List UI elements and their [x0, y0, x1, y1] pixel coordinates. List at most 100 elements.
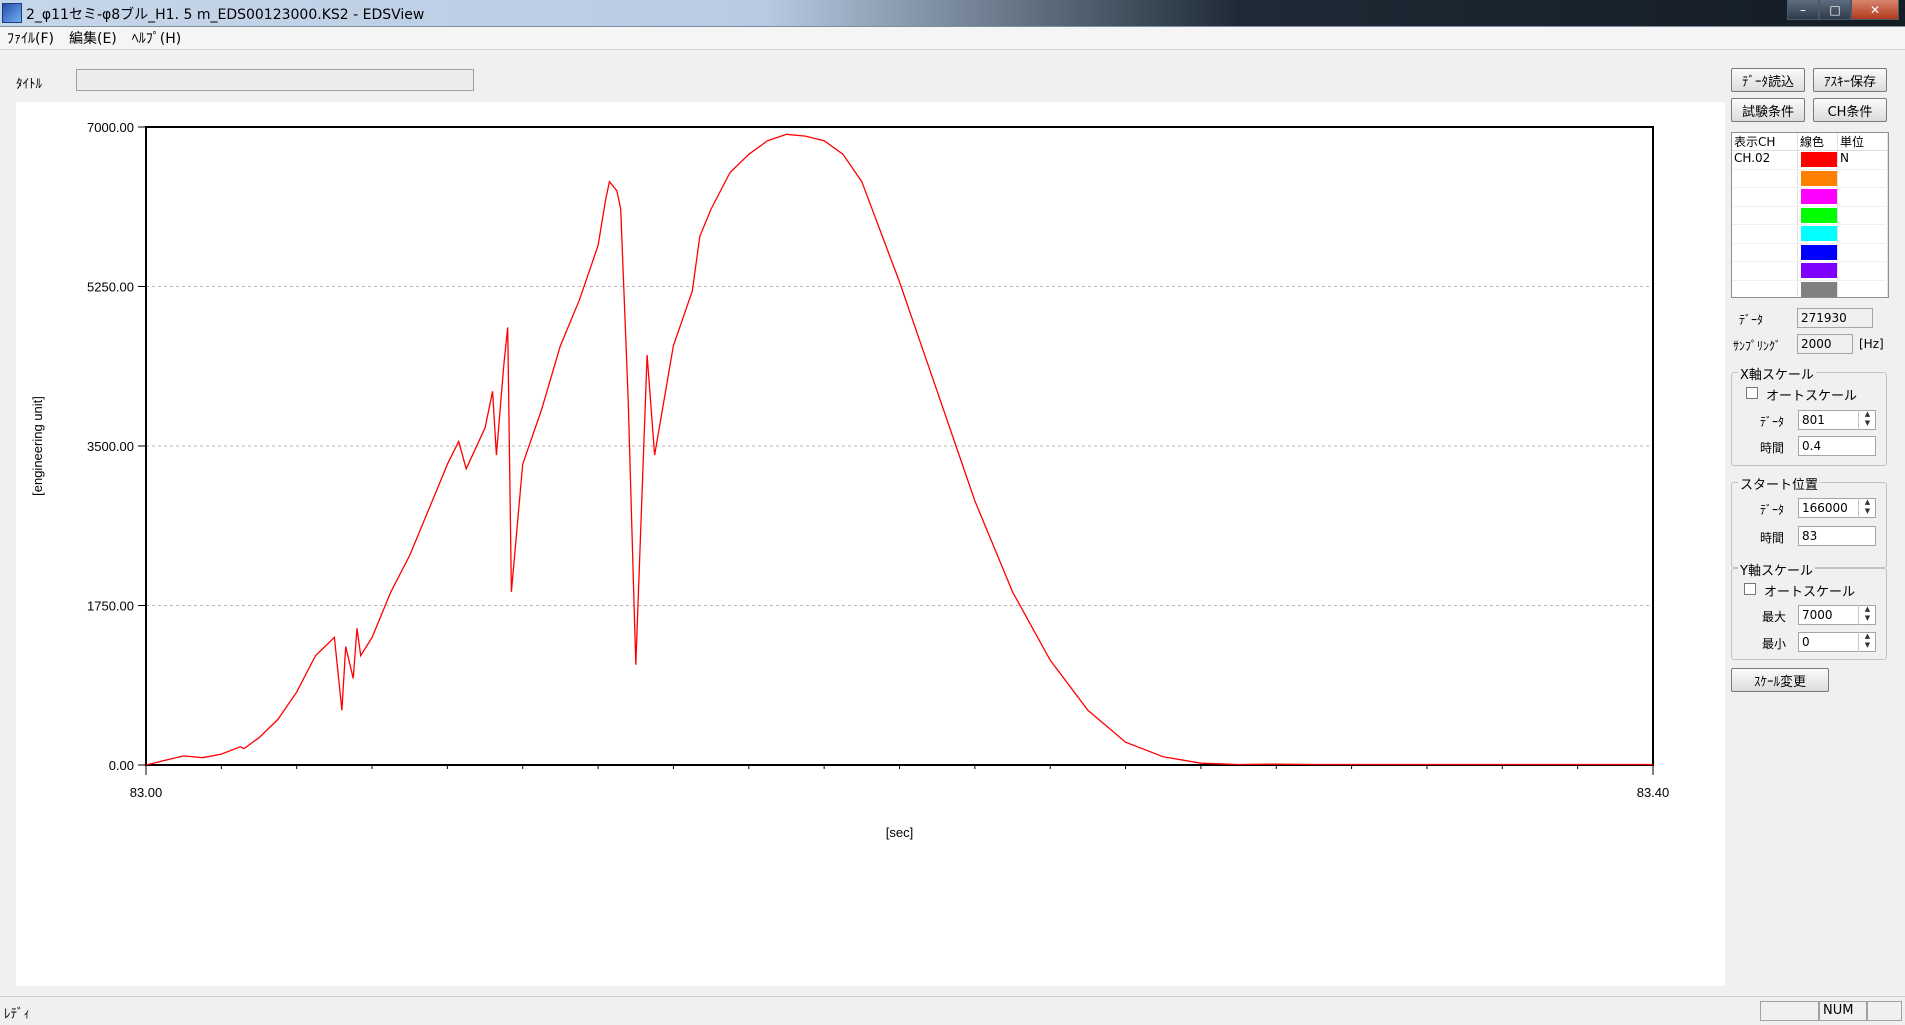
status-num: NUM [1818, 1001, 1868, 1021]
y-axis-label: [engineering unit] [30, 396, 45, 496]
x-tick-label: 83.40 [1637, 785, 1670, 800]
channel-table-header: 表示CH 線色 単位 [1732, 133, 1888, 151]
window-controls: – □ ✕ [1787, 0, 1899, 20]
channel-unit: N [1838, 151, 1888, 169]
x-axis-label: [sec] [886, 825, 913, 840]
y-tick-label: 7000.00 [87, 120, 134, 135]
data-count-label: ﾃﾞｰﾀ [1739, 313, 1764, 327]
color-swatch[interactable] [1801, 207, 1837, 223]
x-scale-title: X軸スケール [1738, 364, 1816, 383]
y-max-label: 最大 [1762, 610, 1787, 624]
y-tick-label: 5250.00 [87, 280, 134, 295]
title-label: ﾀｲﾄﾙ [16, 77, 42, 92]
y-auto-scale-checkbox[interactable] [1744, 583, 1756, 595]
channel-color-cell[interactable] [1798, 206, 1838, 224]
statusbar: ﾚﾃﾞｨ NUM [0, 996, 1905, 1025]
y-tick-label: 1750.00 [87, 599, 134, 614]
title-input[interactable] [76, 69, 474, 91]
color-swatch[interactable] [1801, 170, 1837, 186]
channel-color-cell[interactable] [1798, 151, 1838, 169]
test-condition-button[interactable]: 試験条件 [1731, 98, 1805, 122]
x-auto-scale-checkbox[interactable] [1746, 387, 1758, 399]
status-pane [1760, 1001, 1820, 1021]
start-time-input[interactable]: 83 [1798, 526, 1876, 546]
line-chart: 0.00 1750.00 3500.00 5250.00 7000.00 83.00 83.… [30, 120, 1670, 840]
start-position-title: スタート位置 [1738, 474, 1821, 493]
channel-name: CH.02 [1732, 151, 1798, 169]
channel-name [1732, 225, 1798, 243]
menubar: ﾌｧｲﾙ(F) 編集(E) ﾍﾙﾌﾟ(H) [0, 27, 1905, 50]
channel-unit [1838, 225, 1888, 243]
channel-row[interactable] [1732, 188, 1888, 207]
window-titlebar: 2_φ11セミ-φ8ブル_H1. 5 m_EDS00123000.KS2 - E… [0, 0, 1905, 27]
y-scale-group: Y軸スケール オートスケール 最大 7000 ▲ ▼ 最小 0 ▲ ▼ [1731, 560, 1887, 660]
color-swatch[interactable] [1801, 244, 1837, 260]
sampling-label: ｻﾝﾌﾟﾘﾝｸﾞ [1733, 339, 1782, 353]
window-title: 2_φ11セミ-φ8ブル_H1. 5 m_EDS00123000.KS2 - E… [26, 7, 425, 23]
data-count-field: 271930 [1797, 308, 1873, 328]
channel-row[interactable] [1732, 243, 1888, 262]
status-pane [1866, 1001, 1902, 1021]
channel-unit [1838, 243, 1888, 261]
color-swatch[interactable] [1801, 226, 1837, 241]
x-time-input[interactable]: 0.4 [1798, 436, 1876, 456]
y-scale-title: Y軸スケール [1738, 560, 1815, 579]
header-unit: 単位 [1838, 133, 1888, 150]
channel-row[interactable] [1732, 206, 1888, 225]
header-channel: 表示CH [1732, 133, 1798, 150]
color-swatch[interactable] [1801, 263, 1837, 278]
sampling-field: 2000 [1797, 334, 1853, 354]
color-swatch[interactable] [1801, 152, 1837, 167]
channel-row[interactable]: CH.02 N [1732, 151, 1888, 170]
series-line [145, 133, 1653, 766]
channel-unit [1838, 169, 1888, 187]
channel-name [1732, 243, 1798, 261]
channel-color-cell[interactable] [1798, 243, 1838, 261]
channel-name [1732, 280, 1798, 297]
status-text: ﾚﾃﾞｨ [4, 1007, 30, 1022]
x-data-spinner[interactable]: ▲ ▼ [1858, 410, 1876, 430]
start-time-label: 時間 [1760, 531, 1785, 545]
menu-edit[interactable]: 編集(E) [62, 28, 125, 48]
x-time-label: 時間 [1760, 441, 1785, 455]
channel-color-cell[interactable] [1798, 280, 1838, 297]
color-swatch[interactable] [1801, 281, 1837, 297]
channel-row[interactable] [1732, 280, 1888, 297]
channel-row[interactable] [1732, 169, 1888, 188]
channel-name [1732, 262, 1798, 280]
channel-color-cell[interactable] [1798, 169, 1838, 187]
plot-area: 0.00 1750.00 3500.00 5250.00 7000.00 83.00 83.… [16, 102, 1725, 986]
channel-unit [1838, 206, 1888, 224]
channel-name [1732, 169, 1798, 187]
menu-file[interactable]: ﾌｧｲﾙ(F) [0, 28, 62, 48]
start-data-label: ﾃﾞｰﾀ [1760, 503, 1785, 517]
channel-color-cell[interactable] [1798, 225, 1838, 243]
x-data-label: ﾃﾞｰﾀ [1760, 415, 1785, 429]
menu-help[interactable]: ﾍﾙﾌﾟ(H) [125, 28, 189, 48]
color-swatch[interactable] [1801, 189, 1837, 204]
channel-unit [1838, 280, 1888, 297]
ascii-save-button[interactable]: ｱｽｷｰ保存 [1813, 68, 1887, 92]
x-scale-group: X軸スケール オートスケール ﾃﾞｰﾀ 801 ▲ ▼ 時間 0.4 [1731, 364, 1887, 466]
x-auto-scale-label: オートスケール [1766, 389, 1858, 404]
channel-unit [1838, 188, 1888, 206]
channel-row[interactable] [1732, 262, 1888, 281]
start-position-group: スタート位置 ﾃﾞｰﾀ 166000 ▲ ▼ 時間 83 [1731, 474, 1887, 568]
channel-row[interactable] [1732, 225, 1888, 244]
y-tick-label: 0.00 [109, 758, 134, 773]
channel-color-cell[interactable] [1798, 262, 1838, 280]
close-icon[interactable]: ✕ [1851, 0, 1899, 20]
minimize-icon[interactable]: – [1787, 0, 1819, 20]
maximize-icon[interactable]: □ [1819, 0, 1851, 20]
ch-condition-button[interactable]: CH条件 [1813, 98, 1887, 122]
y-tick-label: 3500.00 [87, 439, 134, 454]
y-min-spinner[interactable]: ▲ ▼ [1858, 632, 1876, 652]
header-color: 線色 [1798, 133, 1838, 150]
y-auto-scale-label: オートスケール [1764, 585, 1856, 600]
y-max-spinner[interactable]: ▲ ▼ [1858, 605, 1876, 625]
start-data-spinner[interactable]: ▲ ▼ [1858, 498, 1876, 518]
y-min-label: 最小 [1762, 637, 1787, 651]
channel-color-cell[interactable] [1798, 188, 1838, 206]
load-data-button[interactable]: ﾃﾞｰﾀ読込 [1731, 68, 1805, 92]
scale-change-button[interactable]: ｽｹｰﾙ変更 [1731, 668, 1829, 692]
